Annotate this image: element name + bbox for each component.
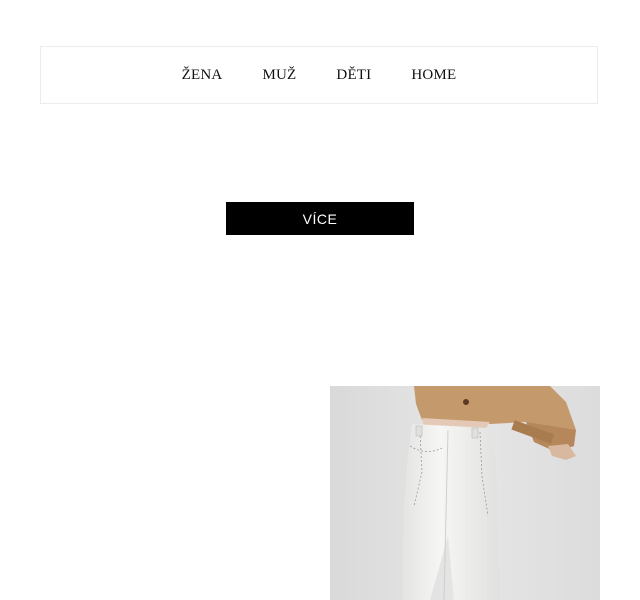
nav-item-home[interactable]: HOME (411, 67, 456, 84)
main-navigation: ŽENA MUŽ DĚTI HOME (40, 46, 598, 104)
nav-item-deti[interactable]: DĚTI (336, 67, 371, 84)
product-photo (330, 386, 600, 600)
nav-item-zena[interactable]: ŽENA (182, 67, 223, 84)
product-image[interactable] (330, 386, 600, 600)
page: ŽENA MUŽ DĚTI HOME VÍCE (0, 0, 640, 600)
more-button[interactable]: VÍCE (226, 202, 414, 235)
nav-item-muz[interactable]: MUŽ (262, 67, 296, 84)
